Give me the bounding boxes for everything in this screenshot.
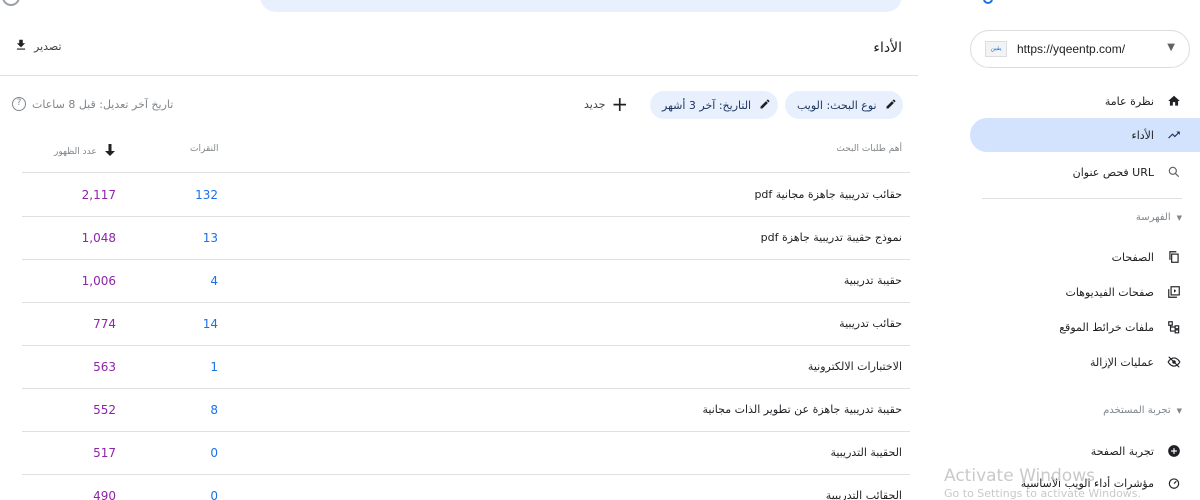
sidebar-item-label: نظرة عامة: [1104, 94, 1154, 108]
clicks-cell: 132: [195, 188, 218, 202]
section-label: تجربة المستخدم: [1103, 405, 1171, 416]
sort-arrow-down-icon: [104, 144, 115, 159]
clicks-cell: 0: [210, 489, 218, 500]
sidebar-item-video-pages[interactable]: صفحات الفيديوهات: [970, 275, 1200, 309]
last-updated-label: تاريخ آخر تعديل: قبل 8 ساعات: [32, 97, 174, 111]
home-icon: [1166, 93, 1182, 109]
menu-icon[interactable]: [2, 0, 20, 6]
plus-icon: +: [611, 92, 629, 116]
date-filter-chip[interactable]: التاريخ: آخر 3 أشهر: [650, 91, 778, 119]
clicks-cell: 8: [210, 403, 218, 417]
search-console-page: الأداء تصدير نوع البحث: الويب التاريخ: آ…: [0, 0, 1200, 500]
speed-gauge-icon: [1166, 475, 1182, 491]
help-icon[interactable]: ?: [12, 97, 26, 111]
sidebar-item-label: الصفحات: [1111, 250, 1154, 264]
sidebar-item-label: الأداء: [1131, 128, 1154, 142]
table-header: عدد الظهور النقرات أهم طلبات البحث: [22, 131, 910, 173]
indexing-section-toggle[interactable]: الفهرسة ▼: [970, 212, 1200, 223]
impressions-cell: 490: [93, 489, 116, 500]
sitemap-icon: [1166, 319, 1182, 335]
query-cell: حقائب تدريبية جاهزة مجانية pdf: [754, 188, 902, 201]
sidebar-item-page-experience[interactable]: تجربة الصفحة: [970, 434, 1200, 468]
sidebar-item-performance[interactable]: الأداء: [970, 118, 1200, 152]
table-row[interactable]: 563 1 الاختبارات الالكترونية: [22, 346, 910, 389]
sidebar-item-removals[interactable]: عمليات الإزالة: [970, 345, 1200, 379]
query-cell: حقائب تدريبية: [839, 317, 902, 330]
experience-section-toggle[interactable]: تجربة المستخدم ▼: [970, 405, 1200, 416]
sidebar-divider: [982, 198, 1182, 199]
query-cell: حقيبة تدريبية: [843, 274, 902, 287]
sidebar-item-label: تجربة الصفحة: [1090, 444, 1154, 458]
query-cell: الحقائب التدريبية: [825, 489, 902, 500]
section-label: الفهرسة: [1135, 212, 1171, 223]
clicks-column-header[interactable]: النقرات: [190, 144, 218, 154]
last-updated: ? تاريخ آخر تعديل: قبل 8 ساعات: [12, 97, 173, 111]
add-circle-icon: [1166, 443, 1182, 459]
clicks-cell: 1: [210, 360, 218, 374]
impressions-cell: 1,048: [81, 231, 116, 245]
video-library-icon: [1166, 284, 1182, 300]
visibility-off-icon: [1166, 354, 1182, 370]
impressions-cell: 1,006: [81, 274, 116, 288]
sidebar-item-label: عمليات الإزالة: [1089, 355, 1154, 369]
impressions-cell: 2,117: [81, 188, 116, 202]
impressions-cell: 563: [93, 360, 116, 374]
impressions-cell: 517: [93, 446, 116, 460]
clicks-cell: 4: [210, 274, 218, 288]
date-label: التاريخ: آخر 3 أشهر: [662, 98, 752, 112]
trending-up-icon: [1166, 127, 1182, 143]
export-button[interactable]: تصدير: [14, 38, 62, 55]
query-cell: حقيبة تدريبية جاهزة عن تطوير الذات مجاني…: [702, 403, 902, 416]
edit-pencil-icon: [759, 98, 771, 113]
chevron-down-icon: ▼: [1167, 42, 1175, 53]
page-title: الأداء: [873, 40, 902, 56]
clicks-cell: 14: [202, 317, 218, 331]
search-type-label: نوع البحث: الويب: [797, 98, 877, 112]
impressions-cell: 774: [93, 317, 116, 331]
query-cell: نموذج حقيبة تدريبية جاهزة pdf: [760, 231, 902, 244]
new-label: جديد: [584, 97, 606, 111]
header-divider: [0, 75, 918, 76]
table-row[interactable]: 1,006 4 حقيبة تدريبية: [22, 260, 910, 303]
impressions-cell: 552: [93, 403, 116, 417]
property-selector[interactable]: يقين https://yqeentp.com/ ▼: [970, 30, 1190, 68]
property-favicon: يقين: [985, 41, 1007, 57]
table-row[interactable]: 490 0 الحقائب التدريبية: [22, 475, 910, 500]
sidebar-item-label: ملفات خرائط الموقع: [1059, 320, 1154, 334]
search-type-filter-chip[interactable]: نوع البحث: الويب: [785, 91, 903, 119]
caret-down-icon: ▼: [1176, 213, 1182, 222]
caret-down-icon: ▼: [1176, 406, 1182, 415]
new-filter-button[interactable]: جديد +: [584, 92, 629, 116]
table-row[interactable]: 2,117 132 حقائب تدريبية جاهزة مجانية pdf: [22, 174, 910, 217]
query-cell: الاختبارات الالكترونية: [807, 360, 902, 373]
impressions-header-label: عدد الظهور: [54, 146, 97, 157]
table-row[interactable]: 552 8 حقيبة تدريبية جاهزة عن تطوير الذات م…: [22, 389, 910, 432]
property-url: https://yqeentp.com/: [1017, 42, 1126, 56]
clicks-cell: 13: [202, 231, 218, 245]
search-bar[interactable]: [260, 0, 902, 12]
download-icon: [14, 38, 28, 55]
search-icon: [1166, 164, 1182, 180]
export-label: تصدير: [34, 40, 62, 53]
query-column-header: أهم طلبات البحث: [836, 144, 902, 154]
table-row[interactable]: 517 0 الحقيبة التدريبية: [22, 432, 910, 475]
sidebar-item-pages[interactable]: الصفحات: [970, 240, 1200, 274]
sidebar-item-url-inspection[interactable]: فحص عنوان URL: [970, 155, 1200, 189]
clicks-cell: 0: [210, 446, 218, 460]
sidebar-item-overview[interactable]: نظرة عامة: [970, 84, 1200, 118]
table-row[interactable]: 1,048 13 نموذج حقيبة تدريبية جاهزة pdf: [22, 217, 910, 260]
table-row[interactable]: 774 14 حقائب تدريبية: [22, 303, 910, 346]
sidebar-item-label: فحص عنوان URL: [1072, 165, 1154, 179]
sidebar-item-core-web-vitals[interactable]: مؤشرات أداء الويب الأساسية: [970, 466, 1200, 500]
sidebar-item-label: مؤشرات أداء الويب الأساسية: [1020, 476, 1154, 490]
sidebar-item-sitemaps[interactable]: ملفات خرائط الموقع: [970, 310, 1200, 344]
queries-table: عدد الظهور النقرات أهم طلبات البحث 2,117…: [22, 131, 910, 500]
edit-pencil-icon: [885, 98, 897, 113]
copy-pages-icon: [1166, 249, 1182, 265]
sidebar: يقين https://yqeentp.com/ ▼ نظرة عامة ال…: [970, 0, 1200, 500]
query-cell: الحقيبة التدريبية: [830, 446, 902, 459]
sidebar-item-label: صفحات الفيديوهات: [1065, 285, 1154, 299]
impressions-column-header[interactable]: عدد الظهور: [54, 144, 115, 159]
